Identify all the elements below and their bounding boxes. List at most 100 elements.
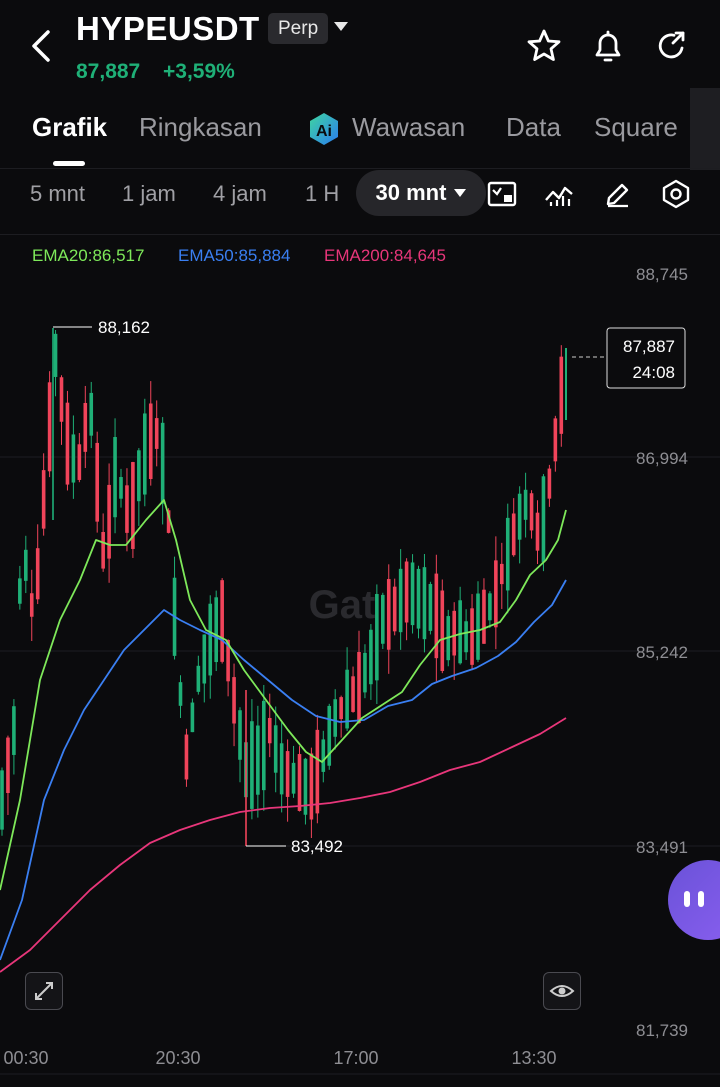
draw-pencil-icon[interactable]: [600, 178, 636, 210]
candle-body: [386, 579, 391, 650]
last-price: 87,887: [76, 60, 141, 83]
price-axis-label: 81,739: [636, 1021, 688, 1040]
star-icon[interactable]: [524, 26, 564, 66]
candle-body: [220, 580, 224, 662]
candle-body: [315, 729, 320, 814]
candle-body: [214, 597, 218, 663]
candle-body: [452, 610, 456, 656]
candle-body: [41, 470, 46, 529]
candle-body: [428, 583, 433, 631]
candle-body: [208, 603, 213, 676]
visibility-button[interactable]: [543, 972, 581, 1010]
candle-body: [113, 437, 117, 518]
candle-body: [250, 721, 254, 809]
tab-square[interactable]: Square: [594, 112, 678, 143]
symbol-dropdown-icon[interactable]: [334, 22, 348, 31]
candle-body: [404, 561, 409, 623]
candle-body: [101, 532, 105, 569]
expand-icon: [35, 982, 53, 1000]
candle-body: [529, 493, 534, 531]
price-axis-label: 86,994: [636, 449, 688, 468]
candle-body: [89, 392, 94, 436]
candle-body: [24, 549, 28, 581]
candle-body: [523, 489, 528, 520]
candle-body: [351, 676, 355, 712]
candle-body: [291, 762, 296, 794]
candle-body: [392, 586, 397, 632]
candle-body: [238, 710, 242, 760]
candle-body: [535, 512, 540, 551]
eye-icon: [549, 985, 575, 997]
tab-grafik[interactable]: Grafik: [32, 112, 107, 143]
tab-ringkasan[interactable]: Ringkasan: [139, 112, 262, 143]
candle-body: [357, 652, 361, 723]
candle-body: [29, 593, 34, 617]
candle-body: [35, 548, 40, 600]
candle-body: [71, 434, 76, 483]
indicator-icon[interactable]: [542, 178, 578, 210]
settings-icon[interactable]: [658, 178, 694, 210]
candle-body: [47, 382, 52, 472]
candle-body: [119, 477, 123, 499]
candle-body: [262, 700, 266, 791]
candle-body: [0, 770, 4, 830]
perp-badge[interactable]: Perp: [268, 13, 329, 44]
price-change: +3,59%: [163, 60, 235, 83]
candle-body: [18, 578, 22, 604]
interval-1h[interactable]: 1 jam: [122, 181, 176, 207]
interval-30m-label: 30 mnt: [375, 180, 447, 205]
candle-body: [256, 725, 260, 795]
interval-4h[interactable]: 4 jam: [213, 181, 267, 207]
tab-wawasan[interactable]: Wawasan: [352, 112, 465, 143]
interval-30m-selected[interactable]: 30 mnt: [356, 170, 486, 216]
svg-text:Ai: Ai: [316, 123, 332, 140]
symbol-title[interactable]: HYPEUSDT: [76, 10, 260, 48]
candle-body: [458, 600, 462, 664]
candle-body: [416, 568, 421, 629]
candle-body: [148, 403, 153, 480]
candle-body: [184, 734, 189, 780]
price-axis-label: 83,491: [636, 838, 688, 857]
candle-body: [398, 568, 403, 633]
candle-body: [345, 669, 349, 729]
candle-body: [517, 493, 522, 540]
candle-body: [65, 402, 70, 485]
candle-body: [363, 652, 367, 693]
share-icon[interactable]: [652, 26, 692, 66]
candle-body: [279, 743, 284, 795]
interval-dropdown-icon: [454, 189, 467, 197]
countdown-label: 24:08: [632, 363, 675, 382]
interval-5m[interactable]: 5 mnt: [30, 181, 85, 207]
price-chart[interactable]: Gat 88,745 86,994 85,242 83,491 81,739 00:30 2…: [0, 236, 720, 1087]
time-axis-label: 20:30: [155, 1048, 200, 1068]
candle-body: [333, 699, 337, 737]
tab-data[interactable]: Data: [506, 112, 561, 143]
candle-body: [12, 706, 16, 755]
candle-body: [488, 593, 492, 621]
candle-body: [464, 621, 468, 653]
active-tab-indicator: [53, 161, 85, 166]
candle-body: [321, 739, 326, 772]
candle-body: [559, 356, 564, 434]
candle-body: [482, 589, 486, 644]
candle-body: [369, 629, 373, 685]
bell-icon[interactable]: [588, 26, 628, 66]
candle-body: [476, 593, 480, 660]
candle-body: [511, 513, 516, 556]
candle-body: [440, 590, 445, 671]
price-axis-label: 85,242: [636, 643, 688, 662]
back-arrow-icon[interactable]: [22, 22, 66, 70]
candle-body: [273, 725, 278, 773]
candle-body: [232, 677, 236, 724]
candle-body: [547, 468, 552, 499]
fullscreen-button[interactable]: [25, 972, 63, 1010]
chart-style-icon[interactable]: [484, 178, 520, 210]
tab-overflow-fade: [690, 88, 720, 170]
watermark: Gat: [309, 583, 376, 627]
candle-body: [83, 402, 88, 452]
interval-1d[interactable]: 1 H: [305, 181, 339, 207]
candle-body: [107, 484, 111, 559]
candle-body: [375, 593, 379, 681]
divider: [0, 234, 720, 235]
candle-body: [267, 717, 272, 744]
